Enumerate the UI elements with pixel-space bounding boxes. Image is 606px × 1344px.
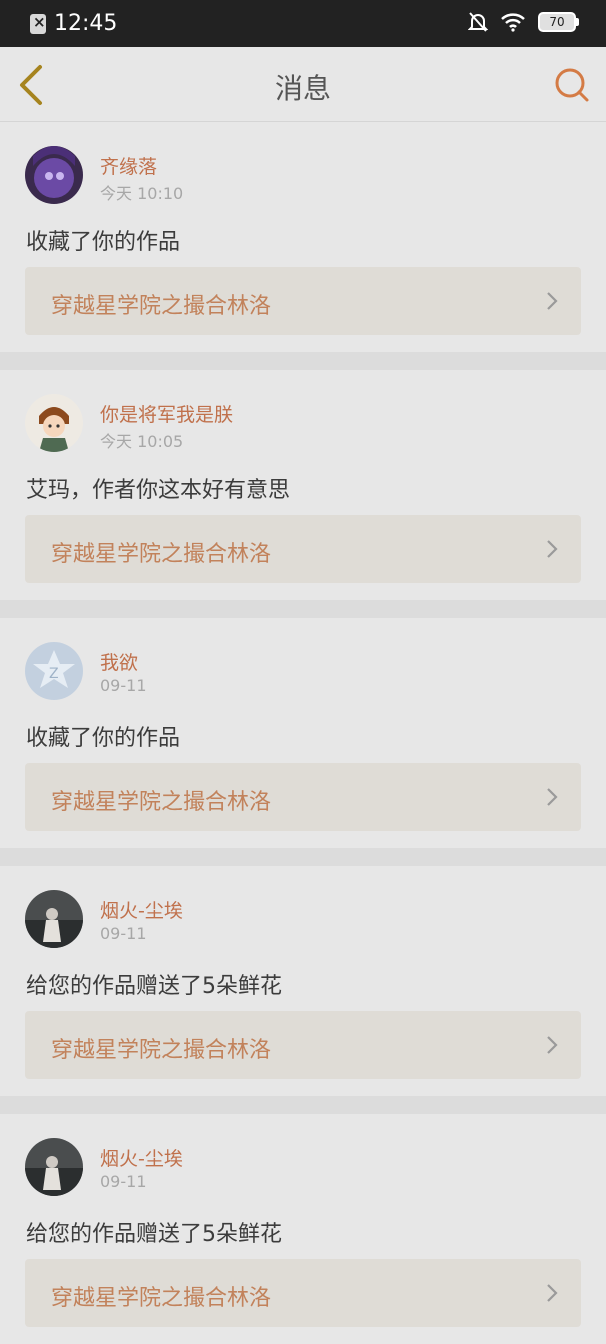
timestamp: 09-11 [100,676,147,695]
status-right: 70 [468,11,579,33]
username[interactable]: 我欲 [100,648,138,675]
avatar[interactable] [25,890,83,948]
message-text: 给您的作品赠送了5朵鲜花 [26,974,282,999]
message-card: 齐缘落 今天 10:10 收藏了你的作品 穿越星学院之撮合林洛 [0,122,606,352]
status-bar: 12:45 70 [0,0,606,47]
avatar[interactable] [25,394,83,452]
silent-bell-icon [468,12,488,32]
timestamp: 今天 10:05 [100,432,184,451]
message-list: 齐缘落 今天 10:10 收藏了你的作品 穿越星学院之撮合林洛 你是将军我是朕 … [0,122,606,1344]
message-text: 给您的作品赠送了5朵鲜花 [26,1222,282,1247]
work-link[interactable]: 穿越星学院之撮合林洛 [25,763,581,831]
work-title: 穿越星学院之撮合林洛 [51,790,272,815]
chevron-right-icon [547,1036,558,1054]
work-link[interactable]: 穿越星学院之撮合林洛 [25,515,581,583]
status-time: 12:45 [54,11,118,36]
timestamp: 09-11 [100,1172,147,1191]
page-title: 消息 [274,72,331,105]
work-title: 穿越星学院之撮合林洛 [51,294,272,319]
divider [0,600,606,618]
avatar[interactable] [25,146,83,204]
chevron-right-icon [547,292,558,310]
username[interactable]: 你是将军我是朕 [100,400,233,427]
message-card: 烟火-尘埃 09-11 给您的作品赠送了5朵鲜花 穿越星学院之撮合林洛 [0,1114,606,1344]
message-card: Z 我欲 09-11 收藏了你的作品 穿越星学院之撮合林洛 [0,618,606,848]
avatar[interactable] [25,1138,83,1196]
divider [0,1096,606,1114]
search-icon[interactable] [552,65,592,105]
svg-text:Z: Z [49,666,59,682]
timestamp: 09-11 [100,924,147,943]
username[interactable]: 齐缘落 [100,152,157,179]
battery-icon: 70 [538,12,579,32]
chevron-right-icon [547,540,558,558]
username[interactable]: 烟火-尘埃 [100,1144,183,1171]
app-header: 消息 [0,47,606,122]
work-link[interactable]: 穿越星学院之撮合林洛 [25,1011,581,1079]
status-left: 12:45 [30,10,117,38]
notification-app-icon [30,13,46,34]
divider [0,848,606,866]
message-card: 你是将军我是朕 今天 10:05 艾玛，作者你这本好有意思 穿越星学院之撮合林洛 [0,370,606,600]
timestamp: 今天 10:10 [100,184,184,203]
divider [0,352,606,370]
username[interactable]: 烟火-尘埃 [100,896,183,923]
work-title: 穿越星学院之撮合林洛 [51,542,272,567]
work-link[interactable]: 穿越星学院之撮合林洛 [25,1259,581,1327]
avatar[interactable]: Z [25,642,83,700]
wifi-icon [501,13,525,32]
message-card: 烟火-尘埃 09-11 给您的作品赠送了5朵鲜花 穿越星学院之撮合林洛 [0,866,606,1096]
work-title: 穿越星学院之撮合林洛 [51,1038,272,1063]
chevron-right-icon [547,788,558,806]
work-link[interactable]: 穿越星学院之撮合林洛 [25,267,581,335]
message-text: 收藏了你的作品 [26,230,181,255]
message-text: 收藏了你的作品 [26,726,181,751]
message-text: 艾玛，作者你这本好有意思 [26,478,291,503]
chevron-right-icon [547,1284,558,1302]
work-title: 穿越星学院之撮合林洛 [51,1286,272,1311]
